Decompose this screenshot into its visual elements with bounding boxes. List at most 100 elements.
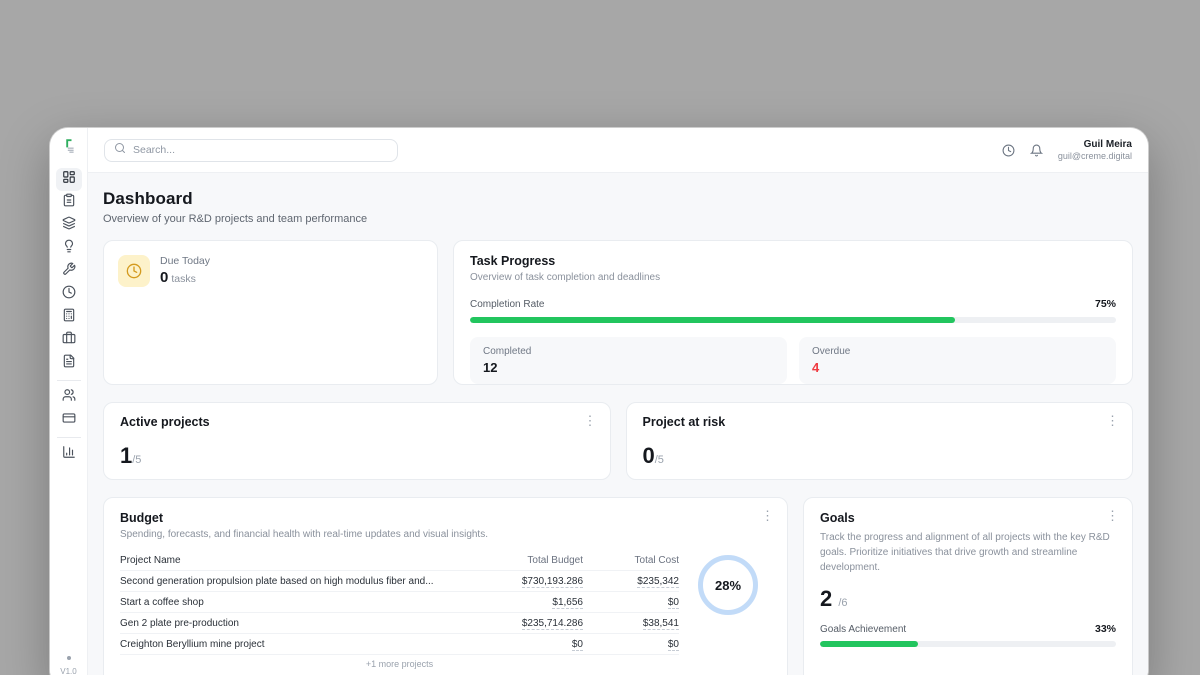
project-name: Start a coffee shop xyxy=(120,597,465,608)
sidebar-item-documents[interactable] xyxy=(56,352,82,375)
wrench-icon xyxy=(62,262,76,281)
total-cost-value[interactable]: $38,541 xyxy=(643,618,679,630)
completion-progress-bar xyxy=(470,317,1116,323)
sidebar-item-portfolio[interactable] xyxy=(56,329,82,352)
overdue-label: Overdue xyxy=(812,346,1103,357)
goals-subtitle: Track the progress and alignment of all … xyxy=(820,530,1116,575)
total-budget-cell: $730,193.286 xyxy=(465,576,583,587)
sidebar-item-time[interactable] xyxy=(56,283,82,306)
goals-rate-label: Goals Achievement xyxy=(820,624,906,635)
kebab-menu-icon[interactable]: ⋮ xyxy=(584,414,597,427)
sidebar-item-tasks[interactable] xyxy=(56,191,82,214)
total-cost-value[interactable]: $0 xyxy=(668,597,679,609)
sidebar-item-dashboard[interactable] xyxy=(56,168,82,191)
user-email: guil@creme.digital xyxy=(1058,151,1132,163)
sidebar: V1.0 xyxy=(50,128,88,675)
due-today-text: Due Today 0tasks xyxy=(160,255,210,286)
desktop-background: V1.0 Guil Meira guil@creme.digital xyxy=(0,0,1200,675)
total-cost-value[interactable]: $235,342 xyxy=(637,576,679,588)
sidebar-item-tools[interactable] xyxy=(56,260,82,283)
risk-count-denom: /5 xyxy=(655,454,664,466)
sidebar-item-ideas[interactable] xyxy=(56,237,82,260)
clock-icon xyxy=(126,263,142,279)
layout-dashboard-icon xyxy=(62,170,76,189)
row-project-counts: Active projects ⋮ 1/5 Project at risk ⋮ … xyxy=(103,402,1133,480)
goals-count: 2 /6 xyxy=(820,588,1116,610)
goals-card: ⋮ Goals Track the progress and alignment… xyxy=(803,497,1133,675)
budget-table: Project Name Total Budget Total Cost Sec… xyxy=(120,551,679,675)
topbar: Guil Meira guil@creme.digital xyxy=(88,128,1148,173)
search-input[interactable] xyxy=(104,139,398,162)
project-name: Creighton Beryllium mine project xyxy=(120,639,465,650)
more-projects-link[interactable]: +1 more projects xyxy=(120,655,679,673)
history-button[interactable] xyxy=(1002,144,1015,157)
risk-count-value: 0 xyxy=(643,443,655,468)
creme-logo[interactable] xyxy=(60,137,77,159)
users-icon xyxy=(62,388,76,407)
goals-count-denom: /6 xyxy=(838,597,847,609)
sidebar-item-billing[interactable] xyxy=(56,409,82,432)
completed-stat: Completed 12 xyxy=(470,337,787,384)
total-budget-value[interactable]: $235,714.286 xyxy=(522,618,583,630)
task-progress-card: Task Progress Overview of task completio… xyxy=(453,240,1133,385)
page-header: Dashboard Overview of your R&D projects … xyxy=(103,189,1133,225)
overdue-stat: Overdue 4 xyxy=(799,337,1116,384)
kebab-menu-icon[interactable]: ⋮ xyxy=(1106,509,1119,522)
col-total-budget: Total Budget xyxy=(465,555,583,566)
goals-rate-row: Goals Achievement 33% xyxy=(820,623,1116,635)
task-stats: Completed 12 Overdue 4 xyxy=(470,337,1116,384)
project-name: Second generation propulsion plate based… xyxy=(120,576,465,587)
status-dot xyxy=(67,656,71,660)
active-count-denom: /5 xyxy=(132,454,141,466)
completed-value: 12 xyxy=(483,360,774,375)
app-version: V1.0 xyxy=(60,667,76,675)
completion-rate-row: Completion Rate 75% xyxy=(470,298,1116,310)
total-cost-cell: $0 xyxy=(583,597,679,608)
sidebar-item-team[interactable] xyxy=(56,386,82,409)
col-project-name: Project Name xyxy=(120,555,465,566)
notifications-button[interactable] xyxy=(1030,144,1043,157)
user-menu[interactable]: Guil Meira guil@creme.digital xyxy=(1058,138,1132,163)
total-budget-value[interactable]: $730,193.286 xyxy=(522,576,583,588)
kebab-menu-icon[interactable]: ⋮ xyxy=(1106,414,1119,427)
budget-title: Budget xyxy=(120,511,771,525)
calculator-icon xyxy=(62,308,76,327)
goals-title: Goals xyxy=(820,511,1116,525)
total-cost-cell: $0 xyxy=(583,639,679,650)
page-subtitle: Overview of your R&D projects and team p… xyxy=(103,213,1133,225)
budget-table-row: Start a coffee shop $1,656 $0 xyxy=(120,592,679,613)
task-progress-title: Task Progress xyxy=(470,254,1116,268)
total-cost-value[interactable]: $0 xyxy=(668,639,679,651)
kebab-menu-icon[interactable]: ⋮ xyxy=(761,509,774,522)
budget-donut: 28% xyxy=(698,555,758,615)
goals-rate-value: 33% xyxy=(1095,623,1116,635)
budget-donut-wrap: 28% xyxy=(685,551,771,675)
sidebar-item-analytics[interactable] xyxy=(56,443,82,466)
content-area: Dashboard Overview of your R&D projects … xyxy=(88,173,1148,675)
project-name: Gen 2 plate pre-production xyxy=(120,618,465,629)
main-area: Guil Meira guil@creme.digital Dashboard … xyxy=(88,128,1148,675)
search-field[interactable] xyxy=(133,144,388,156)
total-cost-cell: $235,342 xyxy=(583,576,679,587)
user-name: Guil Meira xyxy=(1058,138,1132,151)
budget-body: Project Name Total Budget Total Cost Sec… xyxy=(120,551,771,675)
sidebar-nav xyxy=(56,168,82,466)
completion-progress-fill xyxy=(470,317,955,323)
total-budget-cell: $235,714.286 xyxy=(465,618,583,629)
active-projects-count: 1/5 xyxy=(120,445,594,467)
total-budget-value[interactable]: $0 xyxy=(572,639,583,651)
bar-chart-icon xyxy=(62,445,76,464)
due-today-label: Due Today xyxy=(160,255,210,267)
sidebar-item-projects[interactable] xyxy=(56,214,82,237)
total-budget-cell: $0 xyxy=(465,639,583,650)
total-cost-cell: $38,541 xyxy=(583,618,679,629)
budget-subtitle: Spending, forecasts, and financial healt… xyxy=(120,529,771,540)
project-at-risk-count: 0/5 xyxy=(643,445,1117,467)
page-title: Dashboard xyxy=(103,189,1133,209)
clipboard-icon xyxy=(62,193,76,212)
due-clock-badge xyxy=(118,255,150,287)
briefcase-icon xyxy=(62,331,76,350)
sidebar-item-calculator[interactable] xyxy=(56,306,82,329)
total-budget-value[interactable]: $1,656 xyxy=(552,597,583,609)
clock-icon xyxy=(1002,144,1015,157)
